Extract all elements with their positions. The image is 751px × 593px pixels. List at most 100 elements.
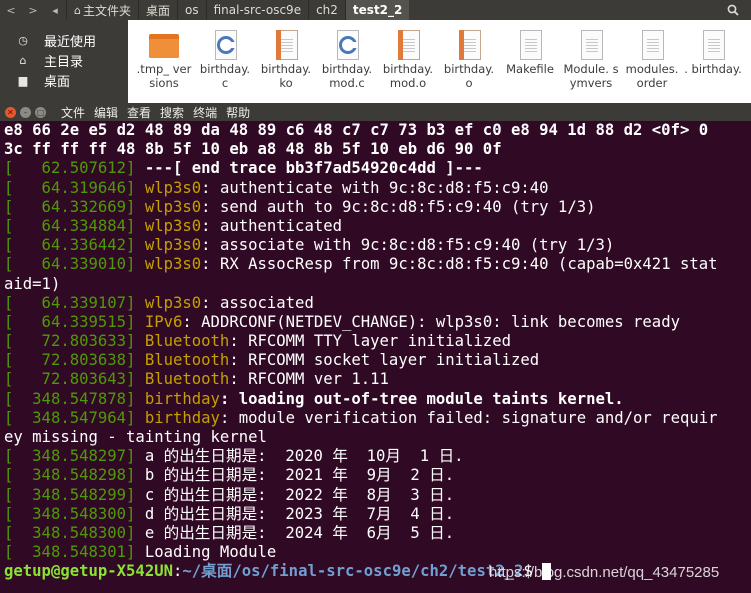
- log-timestamp: [ 64.319646]: [4, 178, 145, 197]
- file-name: birthday. mod.c: [321, 62, 373, 90]
- terminal-line: [ 348.547878] birthday: loading out-of-t…: [4, 390, 751, 409]
- log-text: Loading Module: [144, 543, 277, 562]
- prompt-user-host: getup@getup-X542UN: [4, 562, 173, 581]
- text-file-icon: [637, 30, 667, 60]
- log-timestamp: [ 62.507612]: [4, 159, 145, 178]
- maximize-button[interactable]: □: [35, 106, 46, 118]
- menu-file[interactable]: 文件: [61, 104, 85, 121]
- search-button[interactable]: [715, 0, 751, 20]
- log-text: : send auth to 9c:8c:d8:f5:c9:40 (try 1/…: [201, 197, 596, 216]
- terminal-line: aid=1): [4, 275, 751, 294]
- log-source: Bluetooth: [144, 332, 230, 351]
- file-name: birthday. c: [199, 62, 251, 90]
- log-timestamp: [ 64.332669]: [4, 197, 145, 216]
- file-item[interactable]: birthday. c: [195, 30, 255, 90]
- prompt-separator: :: [173, 562, 183, 581]
- file-manager-window: < > ◂ ⌂ 主文件夹 桌面 os final-src-osc9e ch2 t…: [0, 0, 751, 103]
- file-item[interactable]: Module. symvers: [561, 30, 621, 90]
- file-name: birthday. o: [443, 62, 495, 90]
- file-item[interactable]: birthday. o: [439, 30, 499, 90]
- minimize-icon: –: [23, 107, 28, 117]
- home-icon: ⌂: [19, 53, 27, 67]
- file-item[interactable]: . birthday.: [683, 30, 743, 76]
- breadcrumb-home[interactable]: ⌂ 主文件夹: [66, 0, 138, 20]
- menu-help[interactable]: 帮助: [226, 104, 250, 121]
- log-text: b 的出生日期是: 2021 年 9月 2 日.: [144, 466, 455, 485]
- terminal-line: [ 348.548299] c 的出生日期是: 2022 年 8月 3 日.: [4, 486, 751, 505]
- menu-search[interactable]: 搜索: [160, 104, 184, 121]
- file-item[interactable]: Makefile: [500, 30, 560, 76]
- home-icon: ⌂: [74, 3, 81, 17]
- breadcrumb-final-src[interactable]: final-src-osc9e: [205, 0, 308, 20]
- file-item[interactable]: birthday. mod.o: [378, 30, 438, 90]
- breadcrumb-ch2[interactable]: ch2: [308, 0, 345, 20]
- terminal-line: 3c ff ff ff 48 8b 5f 10 eb a8 48 8b 5f 1…: [4, 140, 751, 159]
- search-icon: [727, 4, 739, 16]
- log-timestamp: [ 348.548297]: [4, 447, 145, 466]
- breadcrumb-desktop[interactable]: 桌面: [138, 0, 177, 20]
- sidebar-item-desktop[interactable]: ▆ 桌面: [0, 70, 128, 90]
- sidebar-item-home[interactable]: ⌂ 主目录: [0, 50, 128, 70]
- close-button[interactable]: ✕: [5, 106, 16, 118]
- breadcrumb-test2-2[interactable]: test2_2: [344, 0, 410, 20]
- log-source: IPv6: [144, 312, 183, 331]
- log-timestamp: [ 72.803638]: [4, 351, 145, 370]
- breadcrumb-os[interactable]: os: [177, 0, 206, 20]
- log-text: ey missing - tainting kernel: [4, 428, 267, 446]
- log-timestamp: [ 348.547878]: [4, 389, 145, 408]
- terminal-line: [ 348.548300] d 的出生日期是: 2023 年 7月 4 日.: [4, 505, 751, 524]
- menu-terminal[interactable]: 终端: [193, 104, 217, 121]
- log-source: birthday: [144, 389, 220, 408]
- log-source: Bluetooth: [144, 370, 230, 389]
- log-timestamp: [ 348.548298]: [4, 466, 145, 485]
- log-timestamp: [ 348.547964]: [4, 408, 145, 427]
- log-text: c 的出生日期是: 2022 年 8月 3 日.: [144, 485, 455, 504]
- log-source: wlp3s0: [144, 255, 202, 274]
- sidebar: ◷ 最近使用 ⌂ 主目录 ▆ 桌面: [0, 20, 128, 103]
- file-item[interactable]: birthday. ko: [256, 30, 316, 90]
- text-file-icon: [698, 30, 728, 60]
- file-name: birthday. ko: [260, 62, 312, 90]
- log-source: wlp3s0: [144, 197, 202, 216]
- log-text: : RFCOMM TTY layer initialized: [229, 332, 511, 351]
- terminal-line: ey missing - tainting kernel: [4, 428, 751, 447]
- log-source: wlp3s0: [144, 216, 202, 235]
- terminal-line: [ 348.547964] birthday: module verificat…: [4, 409, 751, 428]
- prompt-path: ~/桌面/os/final-src-osc9e/ch2/test2_2: [182, 562, 524, 581]
- log-text: ---[ end trace bb3f7ad54920c4dd ]---: [144, 159, 483, 178]
- forward-button[interactable]: >: [22, 0, 44, 20]
- log-source: wlp3s0: [144, 178, 202, 197]
- sidebar-item-label: 桌面: [44, 74, 71, 90]
- path-scroll-left-button[interactable]: ◂: [44, 0, 66, 20]
- terminal-line: [ 348.548297] a 的出生日期是: 2020 年 10月 1 日.: [4, 447, 751, 466]
- file-name: birthday. mod.o: [382, 62, 434, 90]
- file-name: .tmp_ versions: [136, 62, 192, 90]
- c-source-icon: [210, 30, 240, 60]
- text-file-icon: [515, 30, 545, 60]
- terminal-output[interactable]: e8 66 2e e5 d2 48 89 da 48 89 c6 48 c7 c…: [0, 121, 751, 593]
- log-timestamp: [ 72.803633]: [4, 332, 145, 351]
- terminal-line: [ 348.548301] Loading Module: [4, 543, 751, 562]
- log-text: a 的出生日期是: 2020 年 10月 1 日.: [144, 447, 464, 466]
- log-text: : authenticated: [201, 216, 342, 235]
- menu-edit[interactable]: 编辑: [94, 104, 118, 121]
- log-text: : associated: [201, 293, 314, 312]
- file-item[interactable]: birthday. mod.c: [317, 30, 377, 90]
- log-text: d 的出生日期是: 2023 年 7月 4 日.: [144, 504, 455, 523]
- log-timestamp: [ 348.548300]: [4, 523, 145, 542]
- file-item[interactable]: .tmp_ versions: [134, 30, 194, 90]
- minimize-button[interactable]: –: [20, 106, 31, 118]
- terminal-titlebar: ✕ – □ 文件 编辑 查看 搜索 终端 帮助: [0, 103, 751, 121]
- log-source: Bluetooth: [144, 351, 230, 370]
- sidebar-item-recent[interactable]: ◷ 最近使用: [0, 30, 128, 50]
- file-item[interactable]: modules. order: [622, 30, 682, 90]
- terminal-line: [ 348.548298] b 的出生日期是: 2021 年 9月 2 日.: [4, 466, 751, 485]
- log-text: : RFCOMM ver 1.11: [229, 370, 389, 389]
- log-timestamp: [ 72.803643]: [4, 370, 145, 389]
- terminal-line: [ 348.548300] e 的出生日期是: 2024 年 6月 5 日.: [4, 524, 751, 543]
- back-button[interactable]: <: [0, 0, 22, 20]
- menu-view[interactable]: 查看: [127, 104, 151, 121]
- log-timestamp: [ 348.548299]: [4, 485, 145, 504]
- clock-icon: ◷: [18, 33, 28, 47]
- log-text: : associate with 9c:8c:d8:f5:c9:40 (try …: [201, 236, 615, 255]
